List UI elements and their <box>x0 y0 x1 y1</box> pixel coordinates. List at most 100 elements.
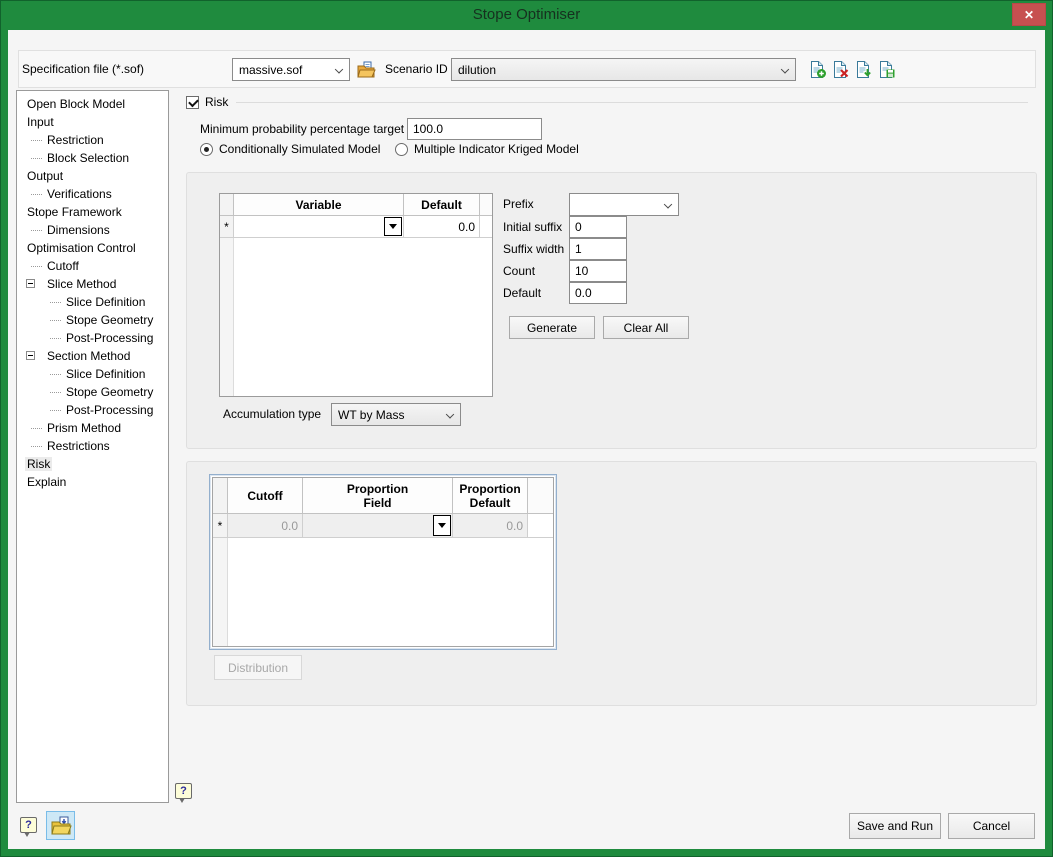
sidebar-item-slice-definition-2[interactable]: Slice Definition <box>17 365 168 383</box>
multiple-indicator-label: Multiple Indicator Kriged Model <box>414 142 579 157</box>
accumulation-type-value: WT by Mass <box>338 408 404 422</box>
sidebar-item-stope-geometry-2[interactable]: Stope Geometry <box>17 383 168 401</box>
cutoffs-table-focus-frame: Cutoff Proportion Field Proportion Defau… <box>209 474 557 650</box>
header-filler-cell <box>480 194 492 216</box>
sidebar-item-stope-geometry[interactable]: Stope Geometry <box>17 311 168 329</box>
variables-panel: Variable Default * 0.0 Prefix <box>186 172 1037 449</box>
sidebar-item-risk[interactable]: Risk <box>17 455 168 473</box>
variables-table: Variable Default * 0.0 <box>219 193 493 397</box>
suffix-width-input[interactable] <box>569 238 627 260</box>
sidebar-item-slice-method[interactable]: Slice Method <box>17 275 168 293</box>
delete-document-icon <box>831 60 850 79</box>
min-probability-label: Minimum probability percentage target <box>200 122 404 137</box>
new-row-marker: * <box>213 514 228 538</box>
proportion-field-column-header: Proportion Field <box>303 478 453 514</box>
count-label: Count <box>503 264 535 279</box>
clear-all-button[interactable]: Clear All <box>603 316 689 339</box>
sidebar-item-restriction[interactable]: Restriction <box>17 131 168 149</box>
sidebar-item-restrictions[interactable]: Restrictions <box>17 437 168 455</box>
variable-cell[interactable] <box>234 216 404 238</box>
distribution-button[interactable]: Distribution <box>214 655 302 680</box>
collapse-icon[interactable] <box>26 279 35 288</box>
help-folder-icon <box>50 815 72 837</box>
chevron-down-icon <box>335 65 343 73</box>
min-probability-input[interactable] <box>407 118 542 140</box>
cutoff-column-header: Cutoff <box>228 478 303 514</box>
cutoffs-table: Cutoff Proportion Field Proportion Defau… <box>212 477 554 647</box>
help-icon[interactable]: ? <box>20 817 37 833</box>
specification-file-value: massive.sof <box>239 63 302 77</box>
accumulation-type-combo[interactable]: WT by Mass <box>331 403 461 426</box>
conditionally-simulated-radio[interactable] <box>200 143 213 156</box>
sidebar-item-stope-framework[interactable]: Stope Framework <box>17 203 168 221</box>
new-row-marker: * <box>220 216 234 238</box>
sidebar-item-prism-method[interactable]: Prism Method <box>17 419 168 437</box>
close-button[interactable]: ✕ <box>1012 3 1046 26</box>
save-document-icon <box>877 60 896 79</box>
sidebar-item-post-processing[interactable]: Post-Processing <box>17 329 168 347</box>
sidebar-item-cutoff[interactable]: Cutoff <box>17 257 168 275</box>
table-empty-area <box>220 238 492 396</box>
proportion-default-column-header: Proportion Default <box>453 478 528 514</box>
cutoffs-panel: Cutoff Proportion Field Proportion Defau… <box>186 461 1037 706</box>
save-scenario-button[interactable] <box>876 59 896 79</box>
row-header-strip <box>213 538 228 646</box>
sidebar-item-post-processing-2[interactable]: Post-Processing <box>17 401 168 419</box>
delete-scenario-button[interactable] <box>830 59 850 79</box>
chevron-down-icon <box>446 410 454 418</box>
sidebar-item-dimensions[interactable]: Dimensions <box>17 221 168 239</box>
specification-file-combo[interactable]: massive.sof <box>232 58 350 81</box>
row-filler-cell <box>528 514 553 538</box>
proportion-field-cell[interactable] <box>303 514 453 538</box>
table-corner-cell <box>220 194 234 216</box>
navigation-tree: Open Block Model Input Restriction Block… <box>16 90 169 803</box>
proportion-field-dropdown-button[interactable] <box>433 515 451 536</box>
generator-default-input[interactable] <box>569 282 627 304</box>
new-scenario-button[interactable] <box>807 59 827 79</box>
sidebar-item-section-method[interactable]: Section Method <box>17 347 168 365</box>
multiple-indicator-radio[interactable] <box>395 143 408 156</box>
header-filler-cell <box>528 478 553 514</box>
sidebar-item-explain[interactable]: Explain <box>17 473 168 491</box>
close-icon: ✕ <box>1024 8 1034 22</box>
save-and-run-button[interactable]: Save and Run <box>849 813 941 839</box>
browse-file-button[interactable] <box>355 59 376 80</box>
window-title: Stope Optimiser <box>0 6 1053 23</box>
sidebar-item-optimisation-control[interactable]: Optimisation Control <box>17 239 168 257</box>
help-folder-button[interactable] <box>46 811 75 840</box>
cancel-button[interactable]: Cancel <box>948 813 1035 839</box>
default-column-header: Default <box>404 194 480 216</box>
sidebar-item-block-selection[interactable]: Block Selection <box>17 149 168 167</box>
generator-default-label: Default <box>503 286 541 301</box>
sidebar-item-output[interactable]: Output <box>17 167 168 185</box>
prefix-label: Prefix <box>503 197 534 212</box>
sidebar-item-verifications[interactable]: Verifications <box>17 185 168 203</box>
open-folder-icon <box>356 60 376 80</box>
scenario-id-combo[interactable]: dilution <box>451 58 796 81</box>
specification-file-label: Specification file (*.sof) <box>22 62 144 77</box>
initial-suffix-input[interactable] <box>569 216 627 238</box>
import-document-icon <box>854 60 873 79</box>
help-icon[interactable]: ? <box>175 783 192 799</box>
prefix-combo[interactable] <box>569 193 679 216</box>
sidebar-item-input[interactable]: Input <box>17 113 168 131</box>
default-cell[interactable]: 0.0 <box>404 216 480 238</box>
risk-checkbox[interactable] <box>186 96 199 109</box>
initial-suffix-label: Initial suffix <box>503 220 562 235</box>
table-corner-cell <box>213 478 228 514</box>
generate-button[interactable]: Generate <box>509 316 595 339</box>
variable-dropdown-button[interactable] <box>384 217 402 236</box>
cutoff-cell[interactable]: 0.0 <box>228 514 303 538</box>
risk-checkbox-label: Risk <box>205 95 228 110</box>
proportion-default-cell[interactable]: 0.0 <box>453 514 528 538</box>
sidebar-item-open-block-model[interactable]: Open Block Model <box>17 95 168 113</box>
scenario-id-value: dilution <box>458 63 496 77</box>
row-filler-cell <box>480 216 492 238</box>
sidebar-item-slice-definition[interactable]: Slice Definition <box>17 293 168 311</box>
collapse-icon[interactable] <box>26 351 35 360</box>
count-input[interactable] <box>569 260 627 282</box>
risk-group-line <box>236 102 1028 103</box>
scenario-id-label: Scenario ID <box>385 62 448 77</box>
import-scenario-button[interactable] <box>853 59 873 79</box>
dropdown-arrow-icon <box>438 523 446 528</box>
